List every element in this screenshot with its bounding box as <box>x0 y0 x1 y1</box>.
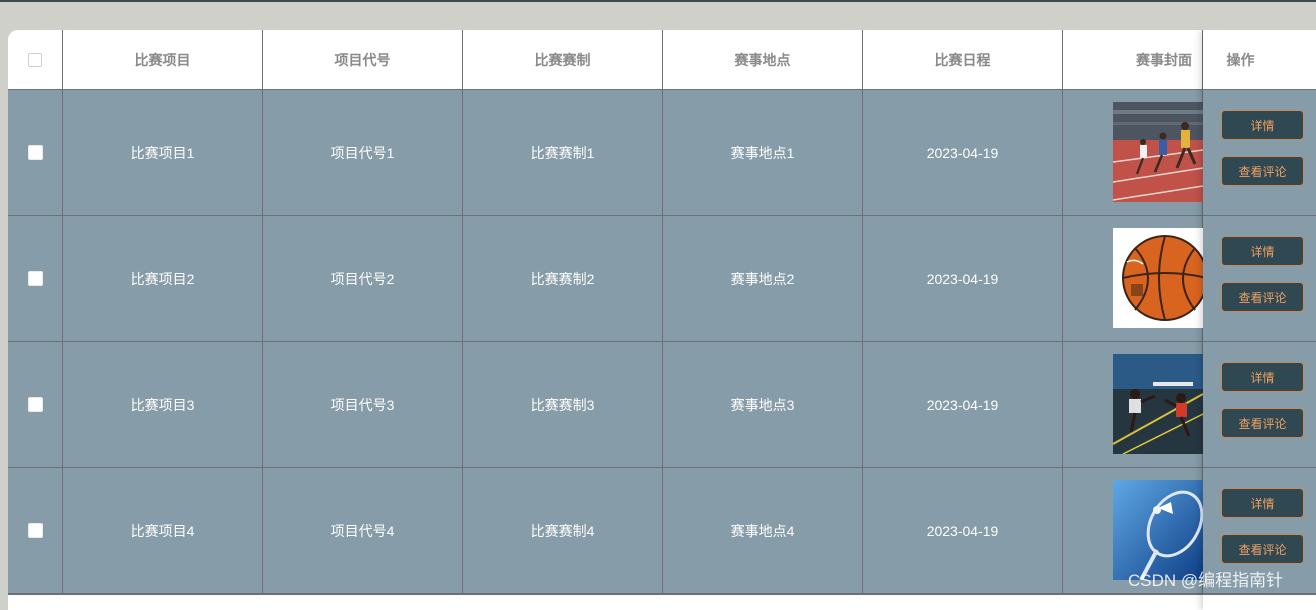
cell-format: 比赛赛制2 <box>463 216 663 341</box>
cell-project: 比赛项目3 <box>63 342 263 467</box>
cell-format: 比赛赛制1 <box>463 90 663 215</box>
cell-project: 比赛项目1 <box>63 90 263 215</box>
cell-project: 比赛项目2 <box>63 216 263 341</box>
header-location[interactable]: 赛事地点 <box>663 30 863 89</box>
cover-badminton[interactable] <box>1113 480 1203 580</box>
table-row: 比赛项目3 项目代号3 比赛赛制3 赛事地点3 2023-04-19 详情 查看… <box>8 342 1316 469</box>
cell-code: 项目代号3 <box>263 342 463 467</box>
row-select-cell <box>8 90 63 215</box>
row-checkbox[interactable] <box>27 397 43 412</box>
row-select-cell <box>8 468 63 593</box>
cell-format: 比赛赛制3 <box>463 342 663 467</box>
row-select-cell <box>8 216 63 341</box>
cover-running-race[interactable] <box>1113 102 1203 202</box>
header-date[interactable]: 比赛日程 <box>863 30 1063 89</box>
fixed-actions-column <box>1203 30 1316 610</box>
cover-basketball[interactable] <box>1113 228 1203 328</box>
row-checkbox[interactable] <box>27 271 43 286</box>
cover-hurdles[interactable] <box>1113 354 1203 454</box>
table-row: 比赛项目4 项目代号4 比赛赛制4 赛事地点4 2023-04-19 详情 查看… <box>8 468 1316 595</box>
window-top-border <box>0 0 1316 2</box>
cell-location: 赛事地点3 <box>663 342 863 467</box>
row-checkbox[interactable] <box>27 523 43 538</box>
header-select-all-cell <box>8 30 63 89</box>
cell-code: 项目代号2 <box>263 216 463 341</box>
table-header: 比赛项目 项目代号 比赛赛制 赛事地点 比赛日程 赛事封面 操作 <box>8 30 1316 90</box>
cell-date: 2023-04-19 <box>863 90 1063 215</box>
cell-code: 项目代号4 <box>263 468 463 593</box>
row-select-cell <box>8 342 63 467</box>
select-all-checkbox[interactable] <box>28 52 42 67</box>
watermark-text: CSDN @编程指南针 <box>1128 571 1284 590</box>
cell-date: 2023-04-19 <box>863 342 1063 467</box>
table-row: 比赛项目2 项目代号2 比赛赛制2 赛事地点2 2023-04-19 详情 查看… <box>8 216 1316 343</box>
table-row: 比赛项目1 项目代号1 比赛赛制1 赛事地点1 2023-04-19 详情 查看… <box>8 90 1316 217</box>
header-format[interactable]: 比赛赛制 <box>463 30 663 89</box>
events-table: 比赛项目 项目代号 比赛赛制 赛事地点 比赛日程 赛事封面 操作 比赛项目1 项… <box>8 30 1316 610</box>
cell-format: 比赛赛制4 <box>463 468 663 593</box>
cell-code: 项目代号1 <box>263 90 463 215</box>
header-code[interactable]: 项目代号 <box>263 30 463 89</box>
cell-date: 2023-04-19 <box>863 216 1063 341</box>
cell-location: 赛事地点4 <box>663 468 863 593</box>
cell-project: 比赛项目4 <box>63 468 263 593</box>
cell-date: 2023-04-19 <box>863 468 1063 593</box>
header-cover: 赛事封面 <box>1063 30 1203 89</box>
cell-location: 赛事地点1 <box>663 90 863 215</box>
header-project[interactable]: 比赛项目 <box>63 30 263 89</box>
cell-location: 赛事地点2 <box>663 216 863 341</box>
row-checkbox[interactable] <box>27 145 43 160</box>
